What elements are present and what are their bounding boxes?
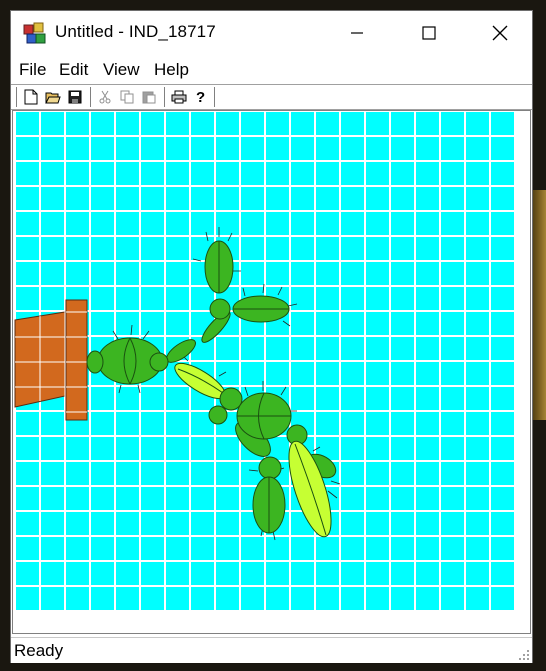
menu-view[interactable]: View [103, 60, 140, 80]
toolbar: ? [11, 85, 532, 109]
menu-help[interactable]: Help [154, 60, 189, 80]
resize-grip-icon[interactable] [518, 649, 530, 661]
title-bar[interactable]: Untitled - IND_18717 [11, 11, 532, 55]
maximize-button[interactable] [401, 11, 457, 55]
status-text: Ready [14, 641, 64, 660]
window-title: Untitled - IND_18717 [55, 22, 216, 41]
paste-button[interactable] [139, 87, 159, 107]
cut-icon [99, 90, 111, 104]
maximize-icon [422, 26, 436, 40]
close-button[interactable] [472, 11, 528, 55]
toolbar-divider [90, 87, 92, 107]
app-window: Untitled - IND_18717 File Edit View Help [10, 10, 533, 663]
drawing-canvas[interactable] [12, 110, 531, 634]
minimize-button[interactable] [329, 11, 385, 55]
print-button[interactable] [169, 87, 189, 107]
save-icon [68, 90, 82, 104]
close-icon [492, 25, 508, 41]
print-icon [171, 90, 187, 104]
copy-button[interactable] [117, 87, 137, 107]
help-icon: ? [196, 89, 205, 105]
status-bar: Ready [11, 637, 532, 663]
canvas-drawing [14, 111, 516, 612]
help-button[interactable]: ? [191, 87, 211, 107]
svg-text:?: ? [196, 89, 205, 105]
open-button[interactable] [43, 87, 63, 107]
menu-file[interactable]: File [19, 60, 46, 80]
open-icon [45, 92, 61, 104]
menu-bar: File Edit View Help [11, 57, 532, 83]
toolbar-grip[interactable] [14, 87, 17, 107]
minimize-icon [351, 32, 363, 34]
menu-edit[interactable]: Edit [59, 60, 88, 80]
cut-button[interactable] [95, 87, 115, 107]
new-icon [24, 89, 38, 105]
toolbar-divider [164, 87, 166, 107]
paste-icon [142, 91, 156, 104]
copy-icon [120, 90, 134, 104]
toolbar-divider [214, 87, 216, 107]
app-icon [23, 22, 47, 46]
new-button[interactable] [21, 87, 41, 107]
save-button[interactable] [65, 87, 85, 107]
